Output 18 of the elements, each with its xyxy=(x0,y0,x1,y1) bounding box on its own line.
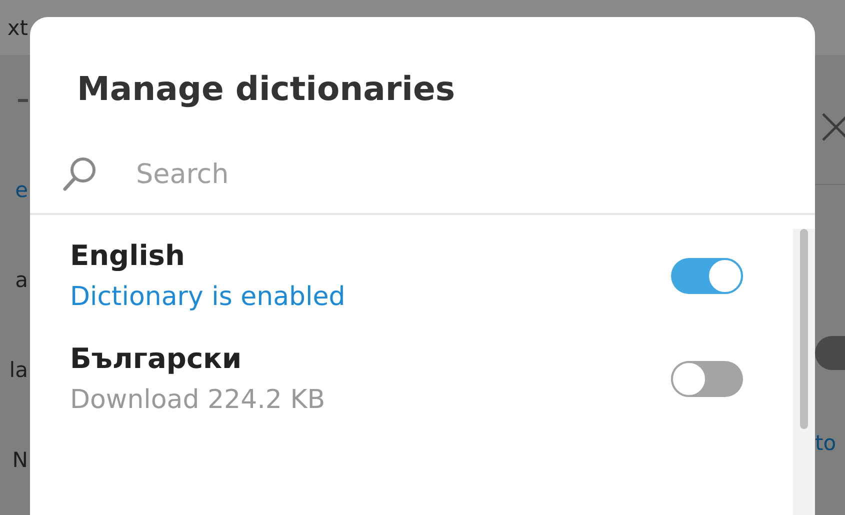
language-name: English xyxy=(70,239,186,272)
partial-text: la xyxy=(9,358,28,382)
partial-text: xt xyxy=(7,16,28,40)
toggle-switch[interactable] xyxy=(671,258,743,294)
partial-text: e xyxy=(15,178,28,202)
dash-mark xyxy=(18,98,28,102)
partial-text: a xyxy=(15,268,28,292)
dictionary-status: Dictionary is enabled xyxy=(70,282,346,312)
toggle-switch[interactable] xyxy=(671,360,743,396)
partial-text: N xyxy=(12,448,28,472)
search-icon xyxy=(62,156,98,192)
toggle-switch[interactable] xyxy=(815,336,845,370)
language-name: Български xyxy=(70,342,243,375)
dialog-title: Manage dictionaries xyxy=(76,68,456,109)
partial-link-text: to xyxy=(815,431,836,455)
dictionary-status: Download 224.2 KB xyxy=(70,385,326,415)
scrollbar-thumb[interactable] xyxy=(800,229,808,429)
close-icon[interactable] xyxy=(819,112,845,142)
